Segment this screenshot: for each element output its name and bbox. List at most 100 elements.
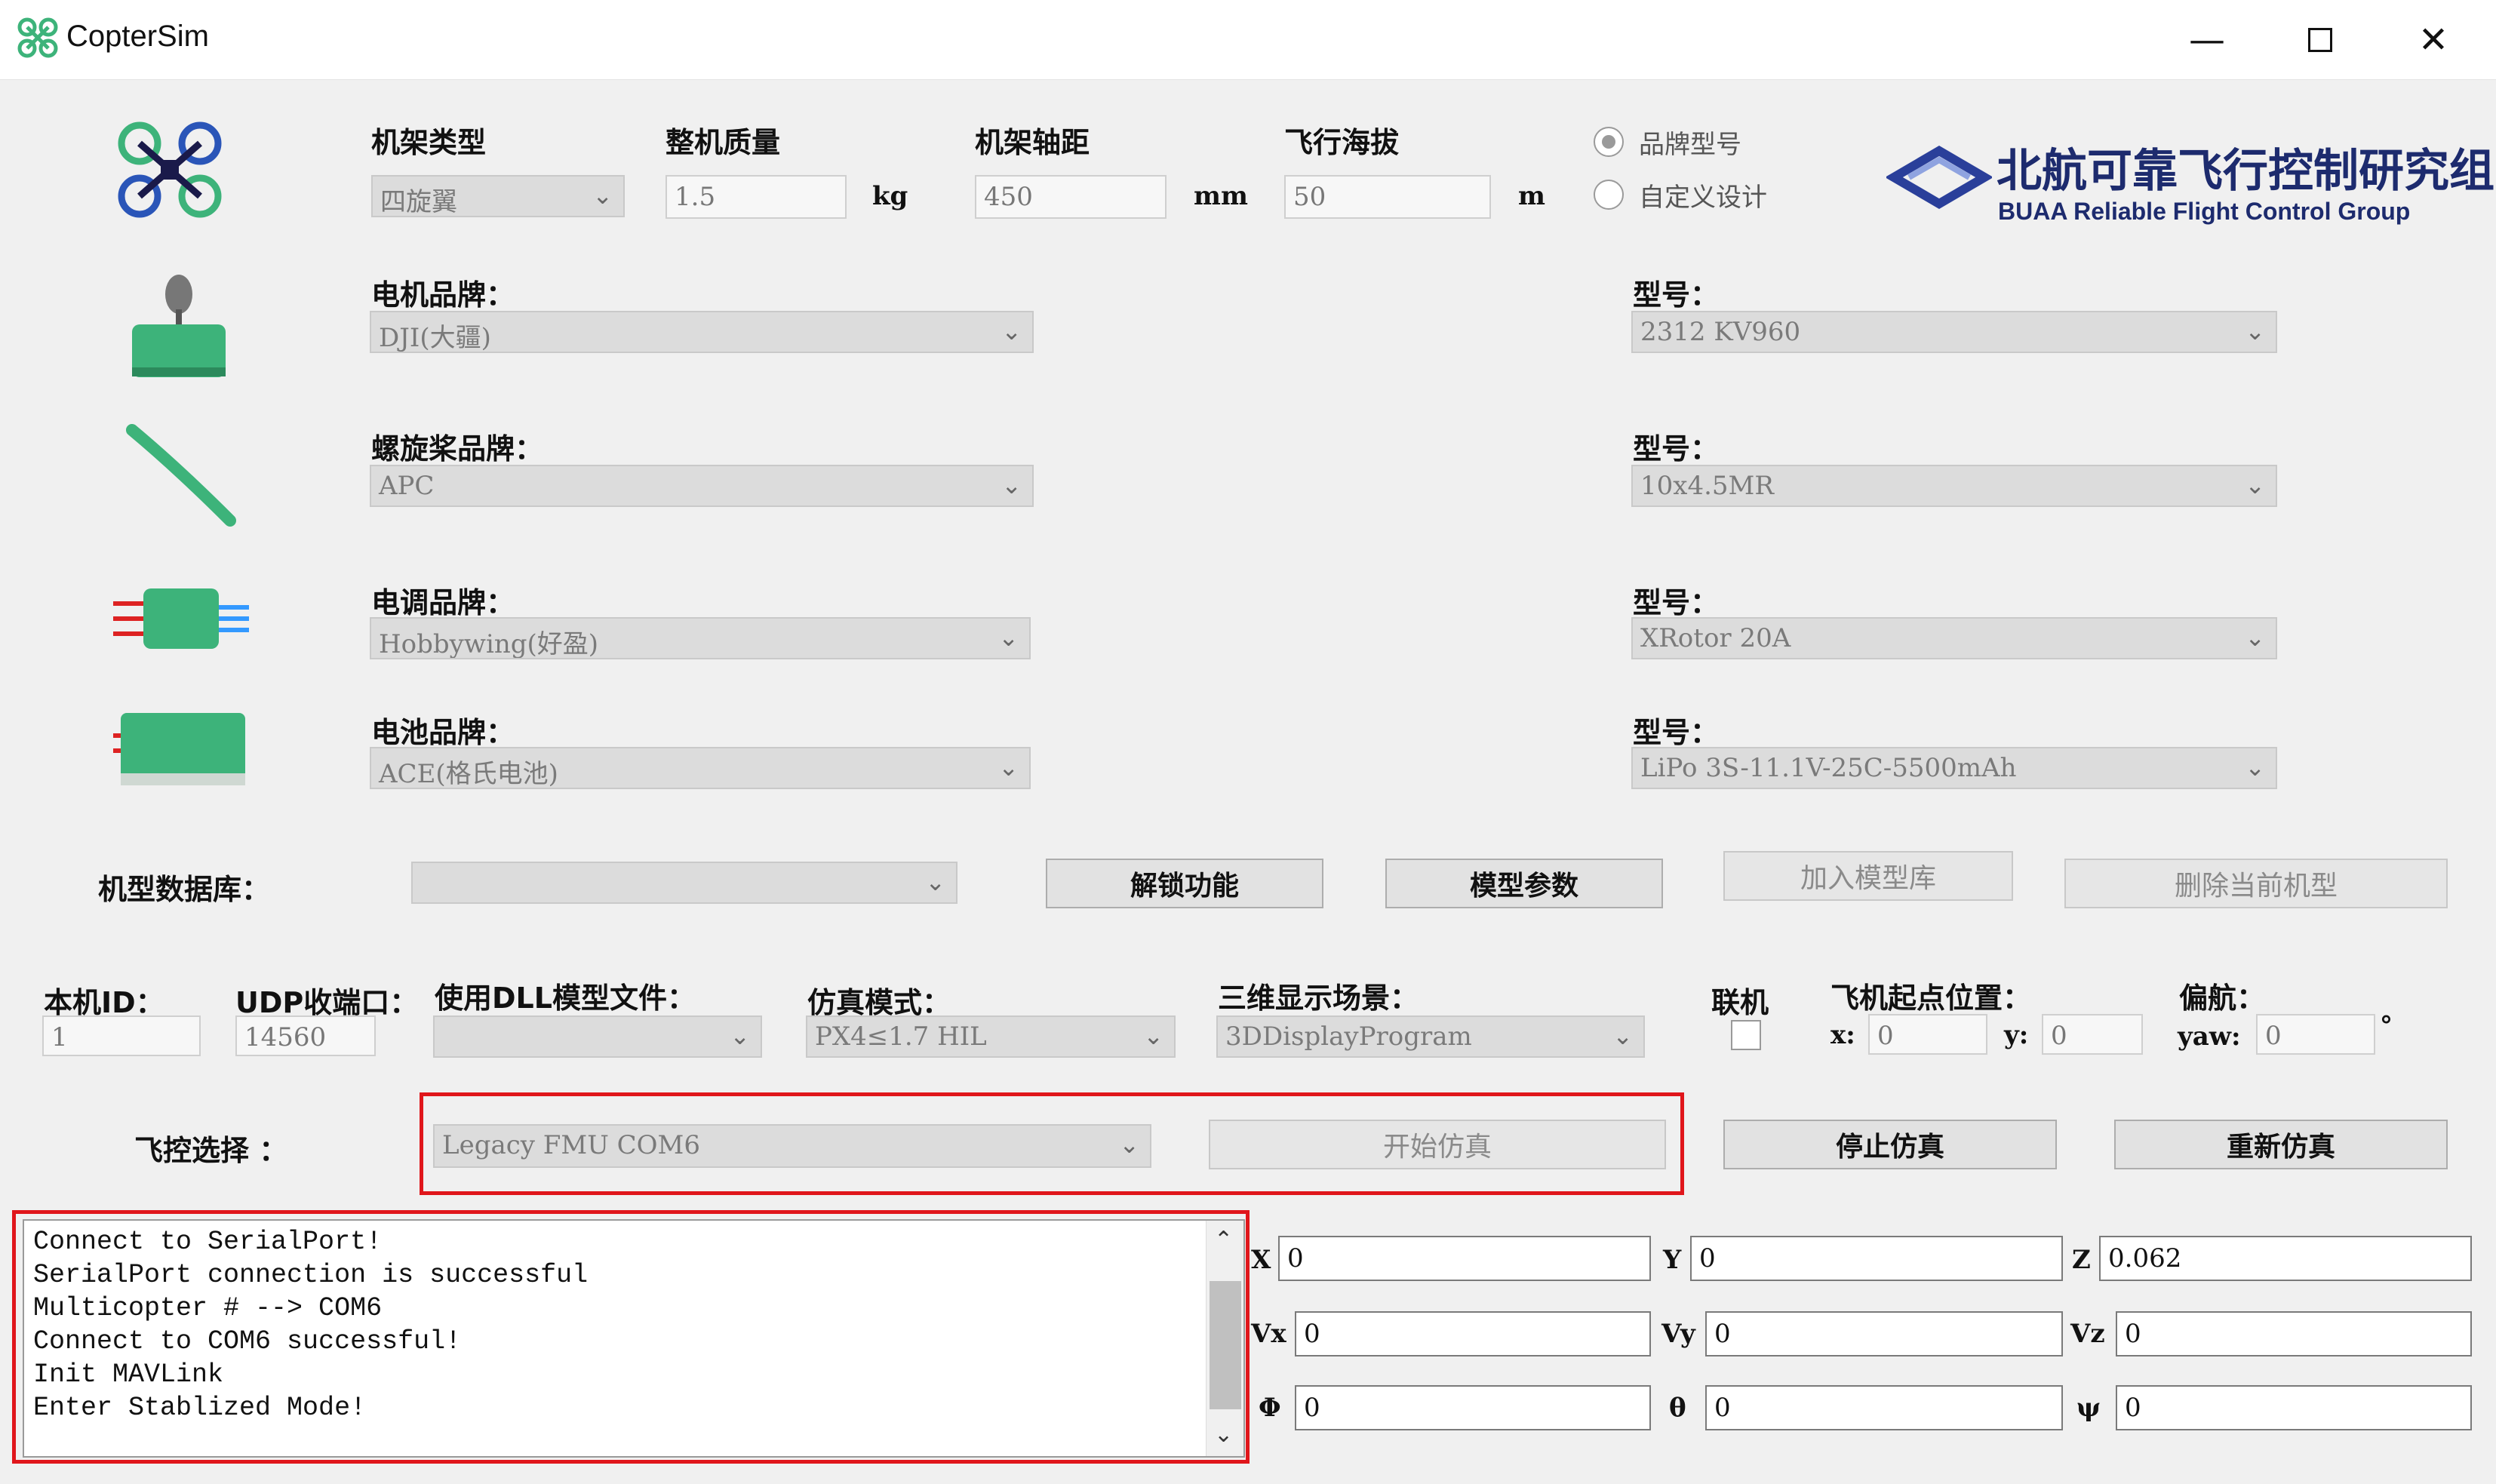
roll-label: Φ [1259,1393,1281,1423]
propeller-model-value: 10x4.5MR [1640,471,1774,501]
battery-model-select[interactable]: LiPo 3S-11.1V-25C-5500mAh ⌄ [1631,747,2277,789]
custom-design-radio[interactable] [1594,180,1624,210]
controller-select[interactable]: Legacy FMU COM6 ⌄ [433,1124,1151,1168]
pos-z-field[interactable]: 0.062 [2099,1236,2472,1281]
chevron-down-icon: ⌄ [730,1022,750,1050]
yaw-input[interactable]: 0 [2256,1014,2375,1055]
unlock-button[interactable]: 解锁功能 [1046,859,1323,908]
battery-model-value: LiPo 3S-11.1V-25C-5500mAh [1640,753,2017,783]
wheelbase-label: 机架轴距 [975,126,1090,159]
brand-model-radio[interactable] [1594,127,1624,157]
roll-field[interactable]: 0 [1295,1385,1651,1430]
dll-model-select[interactable]: ⌄ [433,1015,762,1058]
chevron-down-icon: ⌄ [998,753,1019,782]
vel-x-field[interactable]: 0 [1295,1311,1651,1356]
pos-x-field[interactable]: 0 [1278,1236,1651,1281]
yaw-angle-field[interactable]: 0 [2116,1385,2472,1430]
vel-y-field[interactable]: 0 [1705,1311,2063,1356]
online-label: 联机 [1711,986,1769,1019]
udp-port-label: UDP收端口： [235,986,419,1019]
chevron-down-icon: ⌄ [2245,317,2265,346]
frame-type-value: 四旋翼 [380,187,457,217]
esc-model-value: XRotor 20A [1640,623,1791,653]
udp-port-input[interactable]: 14560 [235,1015,376,1056]
motor-model-select[interactable]: 2312 KV960 ⌄ [1631,311,2277,353]
delete-model-button[interactable]: 删除当前机型 [2064,859,2448,908]
start-y-input[interactable]: 0 [2042,1014,2143,1055]
add-model-button[interactable]: 加入模型库 [1723,851,2013,901]
chevron-down-icon: ⌄ [998,623,1019,652]
restart-sim-button[interactable]: 重新仿真 [2114,1120,2448,1169]
esc-model-select[interactable]: XRotor 20A ⌄ [1631,617,2277,659]
model-params-button[interactable]: 模型参数 [1385,859,1663,908]
minimize-button[interactable]: — [2150,0,2264,80]
close-button[interactable]: ✕ [2377,0,2490,80]
online-checkbox[interactable] [1731,1020,1761,1050]
sim-mode-select[interactable]: PX4≤1.7 HIL ⌄ [806,1015,1176,1058]
console-line: Connect to COM6 successful! [33,1326,462,1356]
maximize-icon [2308,28,2332,52]
start-x-input[interactable]: 0 [1868,1014,1987,1055]
console-line: Multicopter # --> COM6 [33,1293,383,1323]
model-database-label: 机型数据库： [98,873,271,906]
yaw-title-label: 偏航： [2179,982,2266,1015]
pos-y-label: Y [1663,1245,1682,1275]
controller-label: 飞控选择 ： [134,1134,288,1167]
console-line: Connect to SerialPort! [33,1227,383,1257]
maximize-button[interactable] [2264,0,2377,80]
wheelbase-input[interactable]: 450 [975,175,1167,219]
aircraft-id-input[interactable]: 1 [42,1015,201,1056]
vel-z-field[interactable]: 0 [2116,1311,2472,1356]
propeller-model-select[interactable]: 10x4.5MR ⌄ [1631,465,2277,507]
pos-y-field[interactable]: 0 [1690,1236,2063,1281]
chevron-down-icon: ⌄ [1612,1022,1633,1050]
console-log[interactable]: Connect to SerialPort! SerialPort connec… [23,1219,1245,1458]
pitch-field[interactable]: 0 [1705,1385,2063,1430]
model-database-select[interactable]: ⌄ [411,862,958,904]
altitude-input[interactable]: 50 [1284,175,1491,219]
mass-input[interactable]: 1.5 [665,175,847,219]
pos-z-label: Z [2072,1245,2091,1275]
chevron-down-icon: ⌄ [592,181,613,210]
scene-label: 三维显示场景： [1218,982,1419,1015]
console-line: SerialPort connection is successful [33,1260,589,1290]
sim-mode-label: 仿真模式： [807,986,951,1019]
title-bar: CopterSim — ✕ [0,0,2496,80]
start-position-label: 飞机起点位置： [1831,982,2032,1015]
stop-sim-button[interactable]: 停止仿真 [1723,1120,2057,1169]
battery-brand-select[interactable]: ACE(格氏电池) ⌄ [370,747,1031,789]
motor-brand-label: 电机品牌： [371,278,515,312]
esc-brand-select[interactable]: Hobbywing(好盈) ⌄ [370,617,1031,659]
chevron-down-icon: ⌄ [1001,317,1022,346]
propeller-brand-label: 螺旋桨品牌： [371,432,544,465]
scrollbar-thumb[interactable] [1210,1281,1241,1409]
dll-model-label: 使用DLL模型文件： [435,982,696,1015]
start-y-label: y: [2004,1020,2029,1050]
propeller-brand-select[interactable]: APC ⌄ [370,465,1034,507]
buaa-logo-icon [1886,146,1992,209]
scene-value: 3DDisplayProgram [1225,1022,1472,1052]
console-scrollbar[interactable]: ⌃ ⌄ [1206,1221,1243,1456]
scroll-up-icon[interactable]: ⌃ [1214,1224,1233,1257]
motor-model-value: 2312 KV960 [1640,317,1801,347]
scene-select[interactable]: 3DDisplayProgram ⌄ [1216,1015,1645,1058]
scroll-down-icon[interactable]: ⌄ [1214,1418,1233,1452]
app-logo-icon [17,17,58,58]
yaw-unit: ° [2380,1011,2393,1041]
motor-brand-select[interactable]: DJI(大疆) ⌄ [370,311,1034,353]
frame-type-select[interactable]: 四旋翼 ⌄ [371,175,625,217]
console-line: Enter Stablized Mode! [33,1393,367,1423]
battery-model-label: 型号： [1633,716,1720,749]
chevron-down-icon: ⌄ [925,868,945,896]
logo-title-cn: 北航可靠飞行控制研究组 [1996,145,2494,198]
sim-mode-value: PX4≤1.7 HIL [815,1022,987,1052]
chevron-down-icon: ⌄ [2245,623,2265,652]
chevron-down-icon: ⌄ [1119,1130,1139,1159]
start-sim-button[interactable]: 开始仿真 [1209,1120,1666,1169]
yaw-label: yaw: [2178,1022,2241,1052]
altitude-unit: m [1518,181,1545,211]
controller-value: Legacy FMU COM6 [442,1130,700,1160]
frame-type-label: 机架类型 [371,126,487,159]
propeller-brand-value: APC [379,471,435,501]
vel-z-label: Vz [2070,1319,2105,1349]
